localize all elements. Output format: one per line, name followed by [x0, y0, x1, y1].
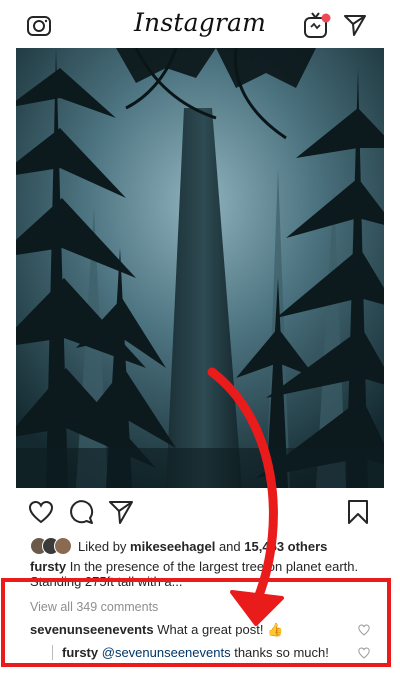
- likes-and: and: [218, 539, 241, 554]
- liker-username[interactable]: mikeseehagel: [130, 539, 215, 554]
- bookmark-icon[interactable]: [345, 499, 371, 525]
- likes-count[interactable]: 15,453 others: [244, 539, 327, 554]
- likes-text[interactable]: Liked by mikeseehagel and 15,453 others: [78, 539, 327, 554]
- top-bar: Instagram: [16, 0, 384, 48]
- igtv-icon[interactable]: [302, 10, 332, 40]
- post-photo[interactable]: [16, 48, 384, 488]
- likes-prefix: Liked by: [78, 539, 127, 554]
- highlight-box: [1, 578, 391, 667]
- avatar: [54, 537, 72, 555]
- heart-icon[interactable]: [28, 499, 54, 525]
- share-icon[interactable]: [108, 499, 134, 525]
- notification-dot: [321, 13, 331, 23]
- post-action-bar: [16, 497, 384, 529]
- likes-row: Liked by mikeseehagel and 15,453 others: [30, 537, 380, 557]
- caption-username[interactable]: fursty: [30, 559, 66, 574]
- instagram-feed: Instagram Liked by mikeseehagel and 15,4…: [16, 0, 384, 675]
- direct-message-icon[interactable]: [343, 13, 367, 37]
- liker-avatars[interactable]: [30, 537, 74, 555]
- comment-icon[interactable]: [68, 499, 94, 525]
